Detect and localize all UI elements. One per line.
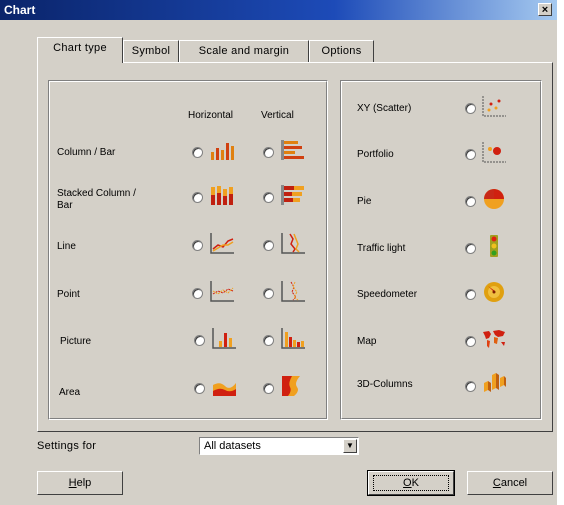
radio-column-horizontal[interactable] — [192, 147, 203, 158]
row-label-stacked-column-bar: Stacked Column / Bar — [57, 188, 136, 211]
tab-chart-type[interactable]: Chart type — [37, 37, 123, 63]
point-vertical-icon — [281, 281, 305, 302]
tab-symbol[interactable]: Symbol — [123, 40, 179, 62]
dataset-select-value: All datasets — [204, 440, 261, 452]
3d-columns-icon — [484, 373, 506, 392]
radio-point-horizontal[interactable] — [192, 288, 203, 299]
world-map-icon — [483, 330, 505, 348]
option-label-portfolio: Portfolio — [357, 149, 394, 160]
radio-line-vertical[interactable] — [263, 240, 274, 251]
radio-xy-scatter[interactable] — [465, 103, 476, 114]
radio-3d-columns[interactable] — [465, 381, 476, 392]
stacked-column-icon — [211, 186, 233, 205]
radio-portfolio[interactable] — [465, 149, 476, 160]
radio-line-horizontal[interactable] — [192, 240, 203, 251]
dataset-select[interactable]: All datasets ▼ — [199, 437, 359, 455]
option-label-map: Map — [357, 336, 377, 347]
tab-options[interactable]: Options — [309, 40, 374, 62]
tab-scale-and-margin[interactable]: Scale and margin — [179, 40, 309, 62]
cancel-button[interactable]: Cancel — [467, 471, 553, 495]
line-horizontal-icon — [210, 233, 234, 254]
scatter-chart-icon — [482, 96, 506, 117]
chart-type-group-left: Horizontal Vertical Column / Bar Stacked… — [48, 80, 328, 420]
option-label-traffic-light: Traffic light — [357, 243, 406, 254]
radio-map[interactable] — [465, 336, 476, 347]
close-button[interactable]: × — [538, 3, 552, 16]
area-vertical-icon — [282, 376, 300, 396]
radio-picture-vertical[interactable] — [263, 335, 274, 346]
portfolio-chart-icon — [482, 142, 506, 163]
row-label-line: Line — [57, 241, 76, 252]
radio-column-vertical[interactable] — [263, 147, 274, 158]
radio-area-horizontal[interactable] — [194, 383, 205, 394]
option-label-3d-columns: 3D-Columns — [357, 379, 413, 390]
title-bar: Chart × — [0, 0, 557, 20]
chart-dialog: Chart × Chart type Symbol Scale and marg… — [0, 0, 557, 505]
ok-button[interactable]: OK — [367, 470, 455, 496]
radio-pie[interactable] — [465, 196, 476, 207]
radio-speedometer[interactable] — [465, 289, 476, 300]
row-label-area: Area — [59, 387, 81, 398]
radio-area-vertical[interactable] — [263, 383, 274, 394]
picture-vertical-icon — [281, 328, 305, 349]
column-header-vertical: Vertical — [261, 110, 294, 121]
dialog-title: Chart — [4, 3, 36, 17]
speedometer-icon — [484, 282, 504, 302]
row-label-picture: Picture — [60, 336, 92, 347]
option-label-xy-scatter: XY (Scatter) — [357, 103, 412, 114]
point-horizontal-icon — [210, 281, 234, 302]
picture-horizontal-icon — [212, 328, 236, 349]
traffic-light-icon — [490, 235, 498, 257]
option-label-speedometer: Speedometer — [357, 289, 418, 300]
row-label-point: Point — [57, 289, 80, 300]
column-horizontal-icon — [211, 143, 234, 160]
radio-stacked-vertical[interactable] — [263, 192, 274, 203]
bar-vertical-icon — [281, 140, 304, 160]
radio-traffic-light[interactable] — [465, 243, 476, 254]
radio-stacked-horizontal[interactable] — [192, 192, 203, 203]
settings-for-label: Settings for — [37, 440, 97, 452]
row-label-column-bar: Column / Bar — [57, 147, 116, 158]
option-label-pie: Pie — [357, 196, 372, 207]
help-button[interactable]: Help — [37, 471, 123, 495]
line-vertical-icon — [281, 233, 305, 254]
pie-chart-icon — [484, 189, 504, 209]
radio-picture-horizontal[interactable] — [194, 335, 205, 346]
area-horizontal-icon — [213, 383, 236, 396]
chevron-down-icon[interactable]: ▼ — [343, 439, 357, 453]
column-header-horizontal: Horizontal — [188, 110, 234, 121]
radio-point-vertical[interactable] — [263, 288, 274, 299]
chart-type-group-right: XY (Scatter) Portfolio Pie Traffic light… — [340, 80, 542, 420]
stacked-bar-icon — [281, 185, 304, 205]
